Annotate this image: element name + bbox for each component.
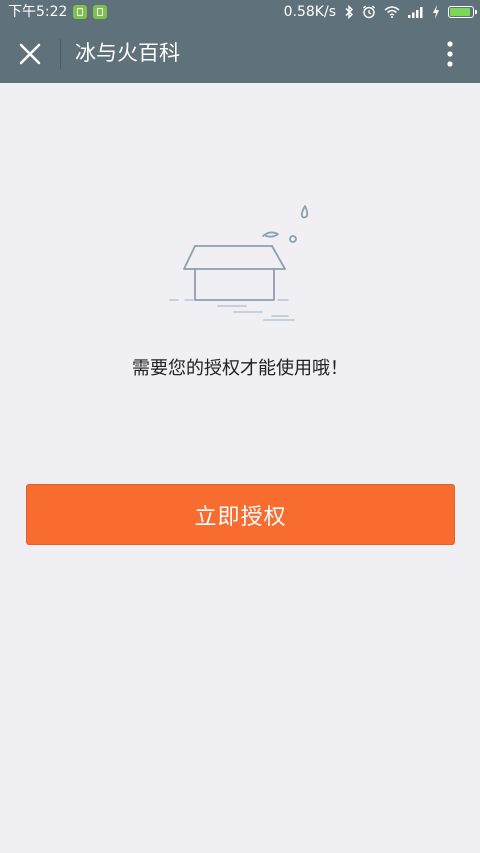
authorization-message: 需要您的授权才能使用哦！	[132, 358, 348, 379]
authorize-button[interactable]: 立即授权	[26, 484, 455, 545]
alarm-icon	[362, 5, 376, 19]
close-icon	[19, 43, 41, 65]
app-notification-icon	[73, 5, 88, 19]
status-bar: 下午5:22 0.58K/s	[0, 0, 480, 24]
charging-icon	[432, 5, 440, 19]
close-button[interactable]	[6, 30, 54, 78]
status-bar-right: 0.58K/s	[283, 3, 477, 21]
more-options-button[interactable]	[430, 30, 470, 78]
title-divider	[60, 39, 61, 69]
battery-level	[450, 8, 471, 16]
page: 下午5:22 0.58K/s 冰与火百科 需要您的授权才能使用哦！ 立即授权	[0, 0, 480, 853]
empty-box-illustration	[160, 196, 320, 336]
more-vertical-icon	[447, 41, 453, 67]
title-bar: 冰与火百科	[0, 24, 480, 83]
bluetooth-icon	[344, 5, 354, 19]
page-title: 冰与火百科	[75, 41, 180, 65]
app-notification-icon	[93, 5, 108, 19]
status-bar-left: 下午5:22	[8, 3, 108, 21]
signal-icon	[408, 6, 424, 18]
status-time: 下午5:22	[8, 4, 68, 20]
wifi-icon	[384, 6, 400, 18]
battery-icon	[448, 6, 477, 18]
network-speed: 0.58K/s	[283, 4, 336, 20]
